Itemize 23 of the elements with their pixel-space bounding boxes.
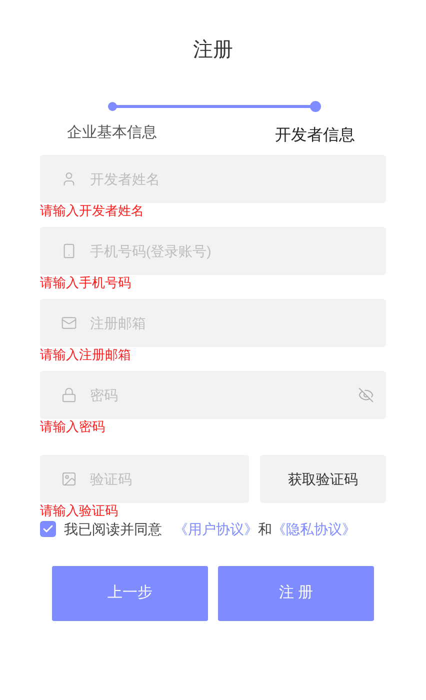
error-text: 请输入密码 [40,419,106,435]
user-agreement-link[interactable]: 《用户协议》 [174,519,258,539]
mail-icon [61,315,77,331]
step-label[interactable]: 企业基本信息 [67,122,157,144]
privacy-agreement-link[interactable]: 《隐私协议》 [272,519,356,539]
hide-password-icon[interactable] [358,387,374,403]
image-icon [61,471,77,487]
error-text: 请输入注册邮箱 [40,347,132,363]
and-text: 和 [258,520,272,539]
error-text: 请输入验证码 [40,503,119,519]
page-title: 注册 [193,38,233,62]
phone-icon [61,243,77,259]
check-icon [42,523,54,535]
get-code-button[interactable]: 获取验证码 [260,455,386,503]
user-icon [61,171,77,187]
agree-checkbox[interactable] [40,521,56,537]
error-text: 请输入手机号码 [40,275,132,291]
lock-icon [61,387,77,403]
previous-step-button[interactable]: 上一步 [52,566,208,621]
agreement-text: 我已阅读并同意 [64,520,162,539]
error-text: 请输入开发者姓名 [40,203,145,219]
step-label[interactable]: 开发者信息 [275,124,355,148]
register-button[interactable]: 注 册 [218,566,374,621]
